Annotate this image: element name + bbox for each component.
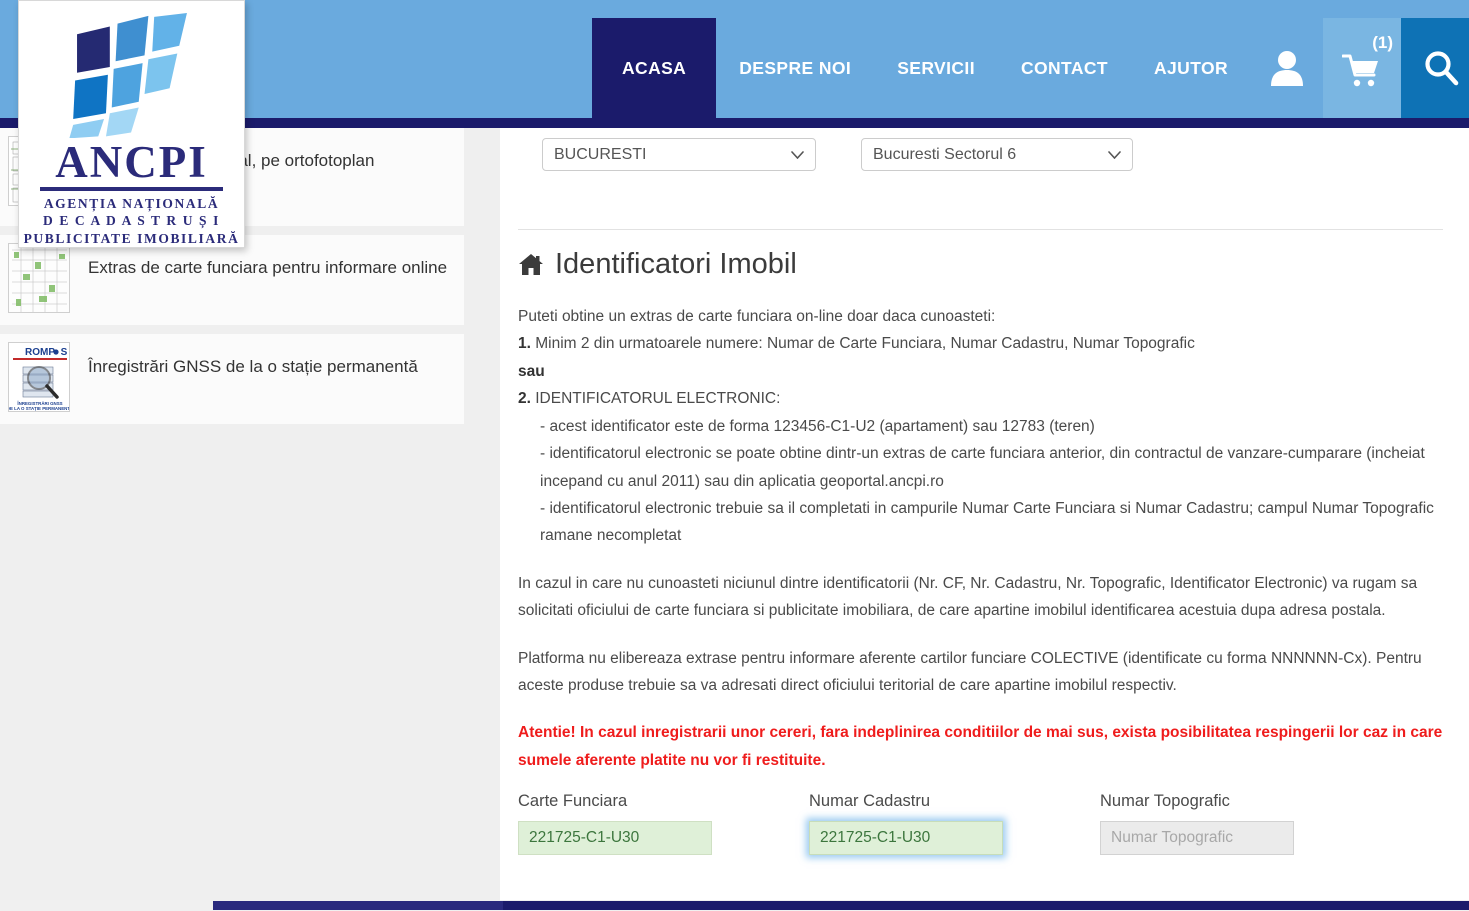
nav-item-contact-label: CONTACT (1020, 57, 1108, 78)
chevron-down-icon (1108, 150, 1121, 159)
nav-item-servicii[interactable]: SERVICII (874, 18, 998, 118)
numar-cadastru-field[interactable] (809, 820, 1003, 855)
nav-item-ajutor-label: AJUTOR (1154, 57, 1229, 78)
nav-item-acasa[interactable]: ACASA (592, 18, 717, 118)
requirement-2-bullet-2: - identificatorul electronic se poate ob… (540, 445, 1425, 490)
sidebar-item-extras-cf-label: Extras de carte funciara pentru informar… (88, 258, 448, 277)
judet-select-value: BUCURESTI (554, 145, 647, 163)
numar-topografic-field[interactable] (1100, 820, 1294, 855)
cart-button[interactable]: (1) (1323, 18, 1402, 118)
ancpi-logo-sub-line2: D E C A D A S T R U Ș I (43, 213, 220, 229)
ancpi-logo-mark (68, 13, 187, 139)
location-selects-row: BUCURESTI Bucuresti Sectorul 6 (500, 128, 1469, 171)
nav-item-contact[interactable]: CONTACT (998, 18, 1131, 118)
land-registry-map-thumb (8, 243, 70, 313)
nav-item-despre-noi-label: DESPRE NOI (739, 57, 852, 78)
carte-funciara-group: Carte Funciara (518, 792, 809, 855)
search-button[interactable] (1401, 18, 1469, 118)
nav-item-acasa-label: ACASA (622, 57, 687, 78)
requirement-2-bullet-1: - acest identificator este de forma 1234… (540, 417, 1095, 435)
carte-funciara-field[interactable] (518, 820, 712, 855)
requirement-2-bullet-3: - identificatorul electronic trebuie sa … (540, 499, 1434, 545)
ancpi-logo-card: ANCPI AGENȚIA NAȚIONALĂ D E C A D A S T … (18, 0, 245, 248)
numar-cadastru-group: Numar Cadastru (809, 792, 1100, 855)
sidebar-item-gnss-label: Înregistrări GNSS de la o stație permane… (88, 357, 418, 376)
paragraph-no-identifiers: In cazul in care nu cunoasteti niciunul … (518, 574, 1418, 620)
ancpi-logo-sub-line1: AGENȚIA NAȚIONALĂ (43, 196, 220, 212)
cart-count-badge: (1) (1372, 33, 1394, 52)
judet-select[interactable]: BUCURESTI (542, 138, 816, 171)
page-title-text: Identificatori Imobil (555, 248, 797, 280)
instructions-block: Puteti obtine un extras de carte funciar… (518, 303, 1448, 550)
requirement-1-number: 1. (518, 335, 531, 353)
conjunction-sau-text: sau (518, 362, 545, 380)
scrollbar-thumb[interactable] (213, 901, 503, 910)
localitate-select-value: Bucuresti Sectorul 6 (873, 145, 1017, 163)
main-navigation: ACASA DESPRE NOI SERVICII CONTACT AJUTOR… (592, 18, 1469, 118)
main-content: BUCURESTI Bucuresti Sectorul 6 Identific… (500, 128, 1469, 911)
search-icon (1424, 51, 1458, 86)
requirement-1: 1. Minim 2 din urmatoarele numere: Numar… (518, 330, 1448, 357)
identifier-fields-row: Carte Funciara Numar Cadastru Numar Topo… (518, 792, 1469, 855)
sidebar-item-extras-cf[interactable]: Extras de carte funciara pentru informar… (0, 235, 464, 325)
account-button[interactable] (1251, 18, 1323, 118)
section-divider (518, 229, 1443, 230)
horizontal-scrollbar[interactable] (0, 900, 1469, 911)
warning-message: Atentie! In cazul inregistrarii unor cer… (518, 724, 1443, 769)
intro-line: Puteti obtine un extras de carte funciar… (518, 308, 996, 325)
nav-item-ajutor[interactable]: AJUTOR (1131, 18, 1251, 118)
svg-text:S: S (61, 347, 68, 358)
svg-text:DE LA O STAȚIE PERMANENTĂ: DE LA O STAȚIE PERMANENTĂ (9, 406, 70, 411)
user-icon (1271, 51, 1304, 86)
requirement-2-text: IDENTIFICATORUL ELECTRONIC: (530, 390, 781, 408)
conjunction-sau: sau (518, 358, 1448, 385)
localitate-select[interactable]: Bucuresti Sectorul 6 (861, 138, 1133, 171)
cart-icon (1342, 54, 1379, 87)
numar-topografic-group: Numar Topografic (1100, 792, 1294, 855)
paragraph-collective-cf: Platforma nu elibereaza extrase pentru i… (518, 649, 1422, 695)
ancpi-logo-subtitle: AGENȚIA NAȚIONALĂ D E C A D A S T R U Ș … (24, 195, 240, 247)
ancpi-logo-sub-line3: PUBLICITATE IMOBILIARĂ (23, 230, 240, 246)
requirement-2-number: 2. (518, 390, 531, 408)
chevron-down-icon (791, 150, 804, 159)
nav-item-despre-noi[interactable]: DESPRE NOI (716, 18, 874, 118)
svg-text:ROMP: ROMP (25, 347, 55, 358)
requirement-1-text: Minim 2 din urmatoarele numere: Numar de… (530, 335, 1195, 353)
ancpi-logo-rule (40, 187, 223, 192)
carte-funciara-label: Carte Funciara (518, 791, 628, 810)
sidebar-item-gnss[interactable]: ROMP S ÎNREGISTRĂRI GNSS DE LA O STAȚIE … (0, 334, 464, 424)
numar-cadastru-label: Numar Cadastru (809, 791, 931, 810)
ancpi-logo-word: ANCPI (55, 137, 208, 188)
nav-item-servicii-label: SERVICII (897, 57, 975, 78)
home-icon (519, 253, 543, 275)
requirement-2: 2. IDENTIFICATORUL ELECTRONIC: (518, 385, 1448, 412)
page-root: ACASA DESPRE NOI SERVICII CONTACT AJUTOR… (0, 0, 1469, 911)
page-title: Identificatori Imobil (518, 248, 1469, 281)
numar-topografic-label: Numar Topografic (1100, 791, 1230, 810)
rompos-logo-thumb: ROMP S ÎNREGISTRĂRI GNSS DE LA O STAȚIE … (8, 342, 70, 412)
